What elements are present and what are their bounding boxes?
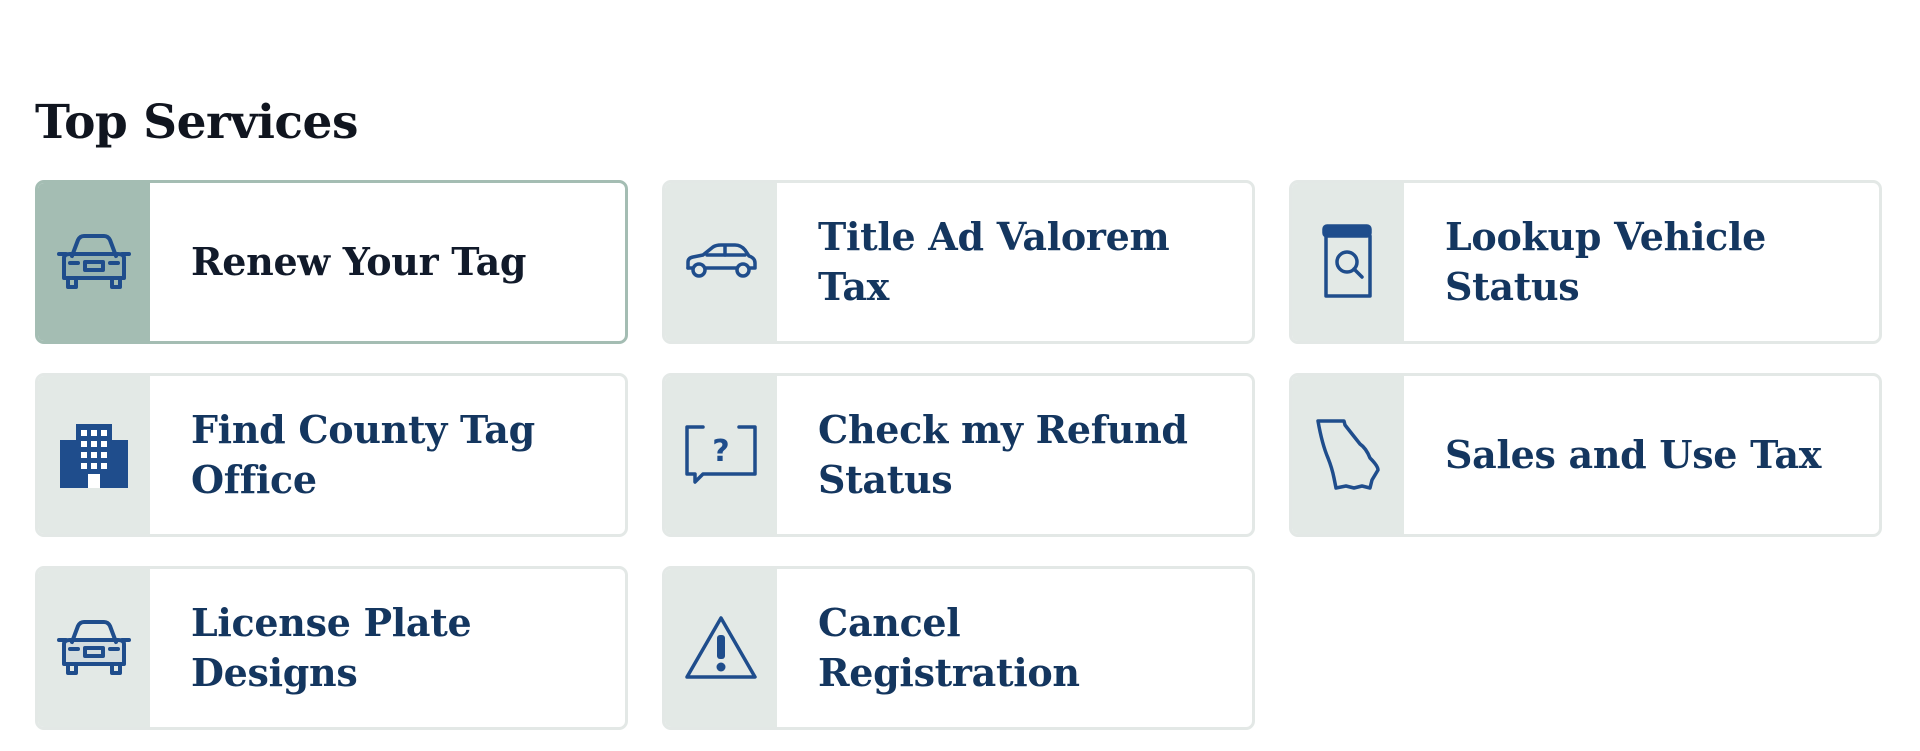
warning-triangle-icon [665,569,777,727]
services-grid: Renew Your Tag Title Ad Valorem Tax Look… [35,180,1882,730]
service-card-renew-tag[interactable]: Renew Your Tag [35,180,628,344]
car-front-icon [38,183,150,341]
question-bubble-icon: ? [665,376,777,534]
service-label: Find County Tag Office [191,407,535,502]
service-label: Renew Your Tag [191,239,527,284]
service-label: Lookup Vehicle Status [1445,214,1766,309]
car-front-icon [38,569,150,727]
document-search-icon [1292,183,1404,341]
service-card-title-ad-valorem[interactable]: Title Ad Valorem Tax [662,180,1255,344]
service-label: Sales and Use Tax [1445,432,1822,477]
service-card-lookup-vehicle[interactable]: Lookup Vehicle Status [1289,180,1882,344]
top-services-page: Top Services Renew Your Tag Title Ad Val… [0,0,1920,751]
service-label: Check my Refund Status [818,407,1188,502]
service-card-cancel-registration[interactable]: Cancel Registration [662,566,1255,730]
service-label: Title Ad Valorem Tax [818,214,1170,309]
section-title: Top Services [35,95,358,150]
office-building-icon [38,376,150,534]
georgia-map-icon [1292,376,1404,534]
car-side-icon [665,183,777,341]
service-card-county-tag-office[interactable]: Find County Tag Office [35,373,628,537]
service-card-sales-use-tax[interactable]: Sales and Use Tax [1289,373,1882,537]
service-card-refund-status[interactable]: ? Check my Refund Status [662,373,1255,537]
service-label: License Plate Designs [191,600,472,695]
svg-text:?: ? [712,434,729,469]
service-label: Cancel Registration [818,600,1080,695]
service-card-license-plate-designs[interactable]: License Plate Designs [35,566,628,730]
